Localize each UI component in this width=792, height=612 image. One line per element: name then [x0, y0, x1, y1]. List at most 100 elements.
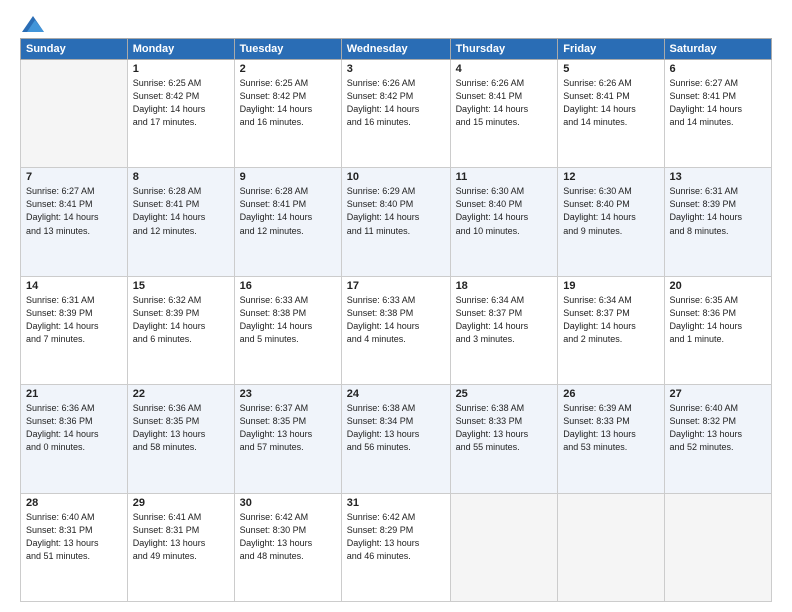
column-header-saturday: Saturday	[664, 39, 772, 60]
calendar-cell: 17 Sunrise: 6:33 AM Sunset: 8:38 PM Dayli…	[341, 276, 450, 384]
column-header-wednesday: Wednesday	[341, 39, 450, 60]
day-number: 7	[26, 171, 122, 183]
day-number: 4	[456, 63, 553, 75]
day-info: Sunrise: 6:33 AM Sunset: 8:38 PM Dayligh…	[347, 294, 445, 346]
column-header-sunday: Sunday	[21, 39, 128, 60]
calendar-cell: 14 Sunrise: 6:31 AM Sunset: 8:39 PM Dayli…	[21, 276, 128, 384]
day-info: Sunrise: 6:28 AM Sunset: 8:41 PM Dayligh…	[240, 185, 336, 237]
column-header-tuesday: Tuesday	[234, 39, 341, 60]
day-number: 20	[670, 280, 767, 292]
day-number: 13	[670, 171, 767, 183]
header	[20, 16, 772, 32]
day-info: Sunrise: 6:38 AM Sunset: 8:33 PM Dayligh…	[456, 402, 553, 454]
calendar-cell: 15 Sunrise: 6:32 AM Sunset: 8:39 PM Dayli…	[127, 276, 234, 384]
day-number: 24	[347, 388, 445, 400]
day-info: Sunrise: 6:29 AM Sunset: 8:40 PM Dayligh…	[347, 185, 445, 237]
calendar-cell	[664, 493, 772, 601]
calendar-cell: 28Sunrise: 6:40 AM Sunset: 8:31 PM Dayli…	[21, 493, 128, 601]
calendar-cell: 6 Sunrise: 6:27 AM Sunset: 8:41 PM Daylig…	[664, 60, 772, 168]
day-number: 30	[240, 497, 336, 509]
calendar-cell	[21, 60, 128, 168]
day-number: 11	[456, 171, 553, 183]
calendar-cell: 16 Sunrise: 6:33 AM Sunset: 8:38 PM Dayli…	[234, 276, 341, 384]
day-info: Sunrise: 6:27 AM Sunset: 8:41 PM Dayligh…	[670, 77, 767, 129]
column-header-friday: Friday	[558, 39, 664, 60]
calendar-cell: 25 Sunrise: 6:38 AM Sunset: 8:33 PM Dayli…	[450, 385, 558, 493]
day-number: 5	[563, 63, 658, 75]
calendar-cell: 19Sunrise: 6:34 AM Sunset: 8:37 PM Dayli…	[558, 276, 664, 384]
day-info: Sunrise: 6:27 AM Sunset: 8:41 PM Dayligh…	[26, 185, 122, 237]
day-info: Sunrise: 6:36 AM Sunset: 8:35 PM Dayligh…	[133, 402, 229, 454]
day-info: Sunrise: 6:33 AM Sunset: 8:38 PM Dayligh…	[240, 294, 336, 346]
calendar-cell: 2 Sunrise: 6:25 AM Sunset: 8:42 PM Daylig…	[234, 60, 341, 168]
calendar-cell: 21 Sunrise: 6:36 AM Sunset: 8:36 PM Dayli…	[21, 385, 128, 493]
day-number: 19	[563, 280, 658, 292]
calendar-cell: 26 Sunrise: 6:39 AM Sunset: 8:33 PM Dayli…	[558, 385, 664, 493]
day-number: 1	[133, 63, 229, 75]
calendar-week-row: 1 Sunrise: 6:25 AM Sunset: 8:42 PM Daylig…	[21, 60, 772, 168]
day-number: 6	[670, 63, 767, 75]
calendar-cell: 27 Sunrise: 6:40 AM Sunset: 8:32 PM Dayli…	[664, 385, 772, 493]
day-number: 26	[563, 388, 658, 400]
day-info: Sunrise: 6:39 AM Sunset: 8:33 PM Dayligh…	[563, 402, 658, 454]
day-number: 8	[133, 171, 229, 183]
day-info: Sunrise: 6:32 AM Sunset: 8:39 PM Dayligh…	[133, 294, 229, 346]
day-number: 15	[133, 280, 229, 292]
calendar-cell: 30 Sunrise: 6:42 AM Sunset: 8:30 PM Dayli…	[234, 493, 341, 601]
calendar-cell: 22 Sunrise: 6:36 AM Sunset: 8:35 PM Dayli…	[127, 385, 234, 493]
day-number: 21	[26, 388, 122, 400]
day-info: Sunrise: 6:25 AM Sunset: 8:42 PM Dayligh…	[240, 77, 336, 129]
day-number: 29	[133, 497, 229, 509]
calendar-cell: 23 Sunrise: 6:37 AM Sunset: 8:35 PM Dayli…	[234, 385, 341, 493]
calendar-cell	[450, 493, 558, 601]
day-number: 31	[347, 497, 445, 509]
day-info: Sunrise: 6:25 AM Sunset: 8:42 PM Dayligh…	[133, 77, 229, 129]
day-info: Sunrise: 6:26 AM Sunset: 8:42 PM Dayligh…	[347, 77, 445, 129]
day-number: 27	[670, 388, 767, 400]
calendar-cell: 24 Sunrise: 6:38 AM Sunset: 8:34 PM Dayli…	[341, 385, 450, 493]
day-info: Sunrise: 6:36 AM Sunset: 8:36 PM Dayligh…	[26, 402, 122, 454]
day-number: 10	[347, 171, 445, 183]
day-info: Sunrise: 6:35 AM Sunset: 8:36 PM Dayligh…	[670, 294, 767, 346]
calendar-cell: 18Sunrise: 6:34 AM Sunset: 8:37 PM Dayli…	[450, 276, 558, 384]
day-info: Sunrise: 6:41 AM Sunset: 8:31 PM Dayligh…	[133, 511, 229, 563]
day-number: 16	[240, 280, 336, 292]
day-info: Sunrise: 6:26 AM Sunset: 8:41 PM Dayligh…	[563, 77, 658, 129]
day-info: Sunrise: 6:26 AM Sunset: 8:41 PM Dayligh…	[456, 77, 553, 129]
calendar-cell: 7 Sunrise: 6:27 AM Sunset: 8:41 PM Daylig…	[21, 168, 128, 276]
day-number: 22	[133, 388, 229, 400]
day-info: Sunrise: 6:40 AM Sunset: 8:31 PM Dayligh…	[26, 511, 122, 563]
calendar-cell: 12Sunrise: 6:30 AM Sunset: 8:40 PM Dayli…	[558, 168, 664, 276]
calendar-cell: 20 Sunrise: 6:35 AM Sunset: 8:36 PM Dayli…	[664, 276, 772, 384]
logo-icon	[22, 16, 44, 32]
calendar-week-row: 14 Sunrise: 6:31 AM Sunset: 8:39 PM Dayli…	[21, 276, 772, 384]
day-info: Sunrise: 6:28 AM Sunset: 8:41 PM Dayligh…	[133, 185, 229, 237]
day-number: 2	[240, 63, 336, 75]
calendar-cell	[558, 493, 664, 601]
day-number: 18	[456, 280, 553, 292]
day-info: Sunrise: 6:40 AM Sunset: 8:32 PM Dayligh…	[670, 402, 767, 454]
page: SundayMondayTuesdayWednesdayThursdayFrid…	[0, 0, 792, 612]
calendar-cell: 5 Sunrise: 6:26 AM Sunset: 8:41 PM Daylig…	[558, 60, 664, 168]
calendar-cell: 13 Sunrise: 6:31 AM Sunset: 8:39 PM Dayli…	[664, 168, 772, 276]
day-info: Sunrise: 6:37 AM Sunset: 8:35 PM Dayligh…	[240, 402, 336, 454]
logo	[20, 16, 44, 32]
calendar-cell: 11 Sunrise: 6:30 AM Sunset: 8:40 PM Dayli…	[450, 168, 558, 276]
day-info: Sunrise: 6:31 AM Sunset: 8:39 PM Dayligh…	[670, 185, 767, 237]
day-info: Sunrise: 6:38 AM Sunset: 8:34 PM Dayligh…	[347, 402, 445, 454]
calendar-week-row: 7 Sunrise: 6:27 AM Sunset: 8:41 PM Daylig…	[21, 168, 772, 276]
day-number: 25	[456, 388, 553, 400]
day-info: Sunrise: 6:42 AM Sunset: 8:30 PM Dayligh…	[240, 511, 336, 563]
calendar-header-row: SundayMondayTuesdayWednesdayThursdayFrid…	[21, 39, 772, 60]
day-number: 9	[240, 171, 336, 183]
day-number: 14	[26, 280, 122, 292]
day-info: Sunrise: 6:31 AM Sunset: 8:39 PM Dayligh…	[26, 294, 122, 346]
column-header-thursday: Thursday	[450, 39, 558, 60]
day-info: Sunrise: 6:30 AM Sunset: 8:40 PM Dayligh…	[456, 185, 553, 237]
calendar-week-row: 28Sunrise: 6:40 AM Sunset: 8:31 PM Dayli…	[21, 493, 772, 601]
day-number: 23	[240, 388, 336, 400]
column-header-monday: Monday	[127, 39, 234, 60]
calendar-cell: 4 Sunrise: 6:26 AM Sunset: 8:41 PM Daylig…	[450, 60, 558, 168]
calendar-cell: 8 Sunrise: 6:28 AM Sunset: 8:41 PM Daylig…	[127, 168, 234, 276]
day-number: 17	[347, 280, 445, 292]
